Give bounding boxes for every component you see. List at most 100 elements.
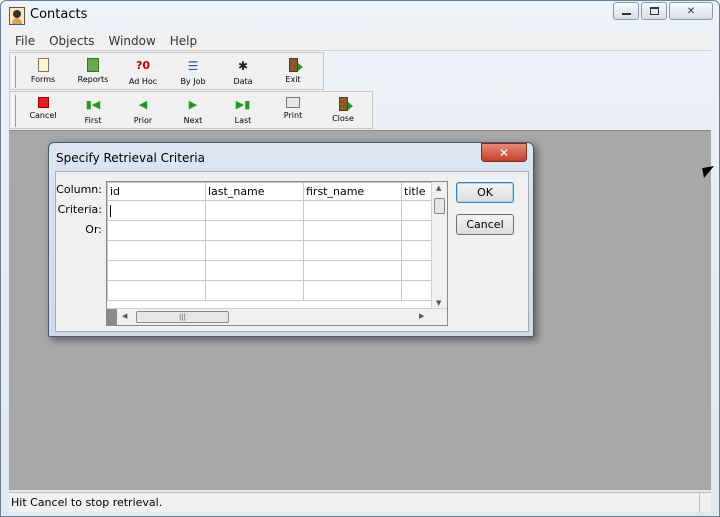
- column-header: last_name: [205, 182, 304, 201]
- mouse-cursor-icon: [702, 166, 716, 178]
- main-toolbar: Forms Reports ?0 Ad Hoc ☰ By Job ✱ Data …: [9, 52, 324, 90]
- retrieval-criteria-dialog: Specify Retrieval Criteria ✕ Column: Cri…: [48, 142, 534, 337]
- text-caret: [110, 205, 111, 217]
- or-row: [107, 220, 434, 241]
- or-cell[interactable]: [205, 240, 304, 261]
- exit-door-icon: [288, 58, 303, 72]
- adhoc-icon: ?0: [135, 59, 151, 72]
- title-bar[interactable]: Contacts ✕: [1, 1, 719, 31]
- last-icon: ▶▮: [235, 98, 251, 111]
- vertical-scrollbar[interactable]: ▲ ▼: [431, 182, 447, 309]
- byjob-label: By Job: [180, 77, 206, 86]
- contacts-app-icon[interactable]: [9, 7, 25, 25]
- criteria-cell[interactable]: [107, 200, 206, 221]
- or-cell[interactable]: [303, 220, 402, 241]
- minimize-button[interactable]: [613, 2, 639, 20]
- or-cell[interactable]: [205, 280, 304, 301]
- prior-button[interactable]: ◀ Prior: [118, 92, 168, 130]
- adhoc-button[interactable]: ?0 Ad Hoc: [118, 53, 168, 91]
- cancel-button[interactable]: Cancel: [456, 214, 514, 235]
- cancel-toolbar-button[interactable]: Cancel: [18, 92, 68, 130]
- toolbar-grip[interactable]: [12, 56, 16, 88]
- menu-bar: File Objects Window Help: [9, 31, 711, 51]
- or-cell[interactable]: [107, 220, 206, 241]
- or-cell[interactable]: [205, 260, 304, 281]
- next-label: Next: [183, 116, 203, 125]
- or-cell[interactable]: [107, 280, 206, 301]
- toolbar-grip[interactable]: [12, 95, 16, 127]
- adhoc-label: Ad Hoc: [128, 77, 158, 86]
- data-button[interactable]: ✱ Data: [218, 53, 268, 91]
- scroll-down-icon[interactable]: ▼: [436, 299, 441, 307]
- dialog-close-button[interactable]: ✕: [481, 143, 527, 162]
- menu-window[interactable]: Window: [102, 34, 163, 48]
- cancel-label: Cancel: [29, 111, 57, 120]
- or-cell[interactable]: [401, 240, 434, 261]
- reports-label: Reports: [77, 75, 109, 84]
- or-cell[interactable]: [107, 240, 206, 261]
- criteria-cell[interactable]: [205, 200, 304, 221]
- menu-help[interactable]: Help: [164, 34, 205, 48]
- criteria-grid: id last_name first_name title ▲ ▼ ◀ ||| …: [106, 181, 448, 326]
- criteria-table: id last_name first_name title: [107, 182, 434, 301]
- column-header: first_name: [303, 182, 402, 201]
- criteria-cell[interactable]: [401, 200, 434, 221]
- horizontal-scroll-thumb[interactable]: |||: [136, 311, 229, 323]
- or-cell[interactable]: [107, 260, 206, 281]
- menu-file[interactable]: File: [9, 34, 43, 48]
- criteria-label: Criteria:: [57, 203, 102, 216]
- prior-label: Prior: [133, 116, 153, 125]
- reports-icon: [87, 58, 99, 72]
- or-cell[interactable]: [303, 240, 402, 261]
- column-header-row: id last_name first_name title: [107, 182, 434, 201]
- exit-label: Exit: [285, 75, 301, 84]
- close-button[interactable]: ✕: [669, 2, 713, 20]
- or-cell[interactable]: [401, 220, 434, 241]
- forms-label: Forms: [30, 75, 56, 84]
- byjob-button[interactable]: ☰ By Job: [168, 53, 218, 91]
- column-label: Column:: [56, 183, 102, 196]
- window-title: Contacts: [30, 7, 88, 22]
- horizontal-scrollbar[interactable]: ◀ ||| ▶: [107, 308, 447, 326]
- first-icon: ▮◀: [85, 98, 101, 111]
- scroll-left-icon[interactable]: ◀: [122, 312, 127, 320]
- next-button[interactable]: ▶ Next: [168, 92, 218, 130]
- forms-button[interactable]: Forms: [18, 53, 68, 91]
- print-button[interactable]: Print: [268, 92, 318, 130]
- ok-button[interactable]: OK: [456, 182, 514, 203]
- resize-grip-icon[interactable]: [699, 493, 711, 513]
- navigation-toolbar: Cancel ▮◀ First ◀ Prior ▶ Next ▶▮ Last P…: [9, 91, 373, 129]
- or-cell[interactable]: [303, 280, 402, 301]
- or-cell[interactable]: [205, 220, 304, 241]
- close-toolbar-button[interactable]: Close: [318, 92, 368, 130]
- window-controls: ✕: [613, 2, 713, 20]
- stop-icon: [37, 97, 49, 108]
- close-label: Close: [332, 114, 354, 123]
- or-cell[interactable]: [303, 260, 402, 281]
- or-cell[interactable]: [401, 280, 434, 301]
- scroll-right-icon[interactable]: ▶: [419, 312, 424, 320]
- prior-icon: ◀: [138, 98, 148, 111]
- dialog-title: Specify Retrieval Criteria: [56, 151, 205, 165]
- exit-button[interactable]: Exit: [268, 53, 318, 91]
- menu-objects[interactable]: Objects: [43, 34, 102, 48]
- vertical-scroll-thumb[interactable]: [434, 198, 445, 214]
- maximize-button[interactable]: [641, 2, 667, 20]
- column-header: title: [401, 182, 434, 201]
- or-cell[interactable]: [401, 260, 434, 281]
- criteria-row: [107, 200, 434, 221]
- last-label: Last: [234, 116, 252, 125]
- dialog-body: Column: Criteria: Or: id last_name first…: [55, 171, 529, 332]
- data-icon: ✱: [237, 59, 249, 73]
- scroll-up-icon[interactable]: ▲: [436, 184, 441, 192]
- close-icon: ✕: [498, 145, 510, 160]
- first-button[interactable]: ▮◀ First: [68, 92, 118, 130]
- last-button[interactable]: ▶▮ Last: [218, 92, 268, 130]
- close-icon: ✕: [686, 5, 696, 17]
- data-label: Data: [233, 77, 253, 86]
- split-bar[interactable]: [107, 309, 117, 326]
- column-header: id: [107, 182, 206, 201]
- reports-button[interactable]: Reports: [68, 53, 118, 91]
- criteria-cell[interactable]: [303, 200, 402, 221]
- or-row: [107, 260, 434, 281]
